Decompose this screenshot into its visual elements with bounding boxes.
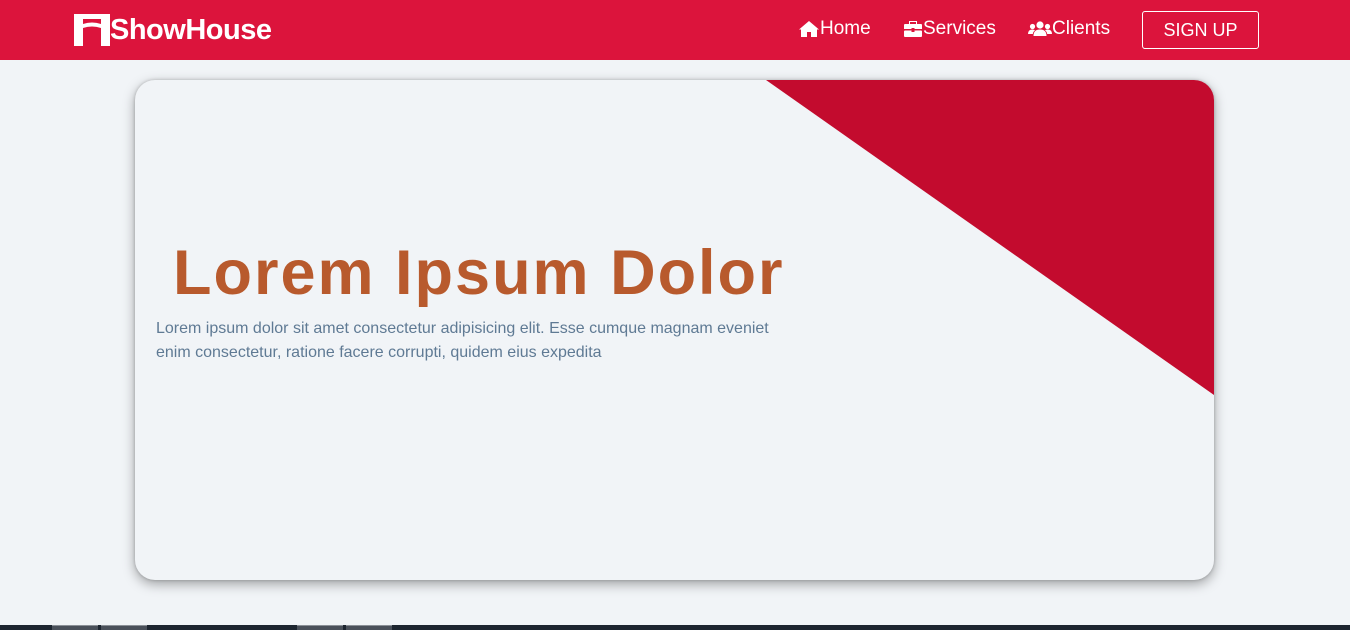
nav-services-label: Services bbox=[923, 18, 996, 39]
brand-logo-link[interactable]: ShowHouse bbox=[74, 13, 272, 47]
gate-logo-icon bbox=[74, 14, 110, 46]
strip-thumbnail bbox=[101, 625, 147, 630]
nav-clients-link[interactable]: Clients bbox=[1028, 16, 1110, 42]
hero-card: Lorem Ipsum Dolor Lorem ipsum dolor sit … bbox=[135, 80, 1214, 580]
strip-thumbnail bbox=[52, 625, 98, 630]
house-icon bbox=[799, 21, 819, 37]
strip-thumbnail bbox=[346, 625, 392, 630]
nav-clients-label: Clients bbox=[1052, 18, 1111, 39]
toolbox-icon bbox=[904, 21, 922, 37]
nav-home-label: Home bbox=[820, 18, 871, 39]
hero-title: Lorem Ipsum Dolor bbox=[173, 238, 785, 308]
signup-button[interactable]: SIGN UP bbox=[1142, 11, 1259, 49]
nav-home-link[interactable]: Home bbox=[798, 16, 871, 42]
hero-description: Lorem ipsum dolor sit amet consectetur a… bbox=[156, 320, 769, 361]
brand-name: ShowHouse bbox=[110, 14, 272, 46]
users-icon bbox=[1028, 21, 1052, 36]
strip-thumbnail bbox=[297, 625, 343, 630]
nav-services-link[interactable]: Services bbox=[903, 16, 996, 42]
hero-accent-triangle bbox=[766, 80, 1214, 395]
bottom-image-strip bbox=[0, 625, 1350, 630]
top-navbar: ShowHouse Home Services Clients SIGN UP bbox=[0, 0, 1350, 60]
